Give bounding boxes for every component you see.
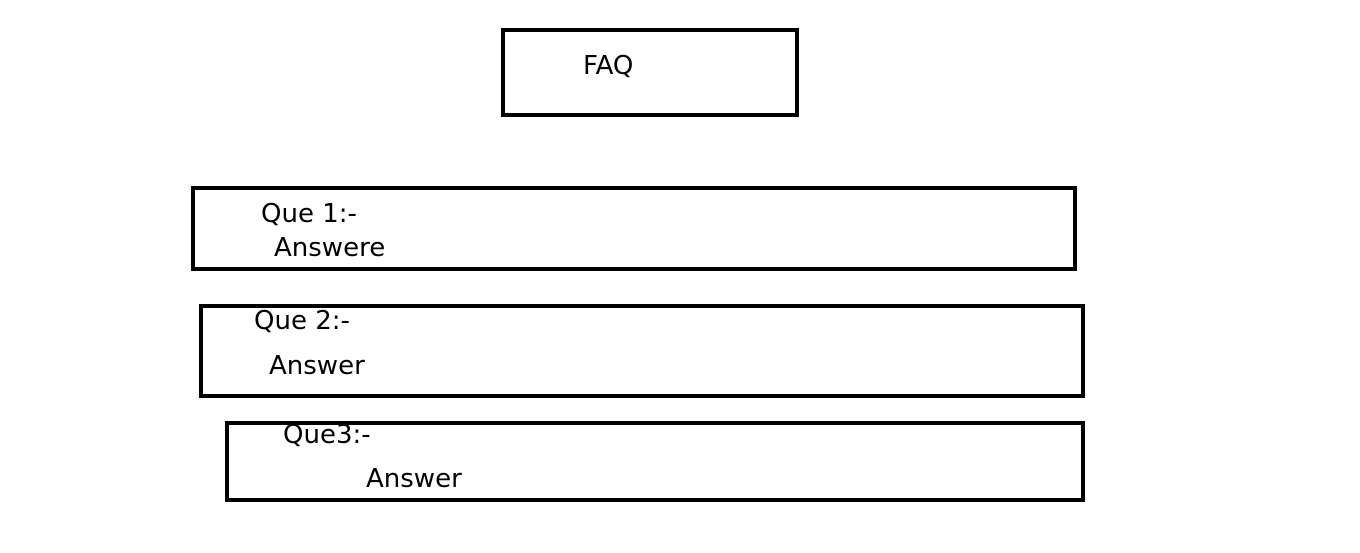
faq-title: FAQ <box>583 51 634 81</box>
faq-question-3[interactable]: Que3:- <box>283 422 371 448</box>
faq-question-1[interactable]: Que 1:- <box>261 201 357 227</box>
faq-question-2[interactable]: Que 2:- <box>254 308 350 334</box>
faq-answer-1: Answere <box>274 233 386 263</box>
faq-title-box <box>501 28 799 117</box>
faq-answer-3: Answer <box>366 464 462 494</box>
faq-answer-2: Answer <box>269 351 365 381</box>
